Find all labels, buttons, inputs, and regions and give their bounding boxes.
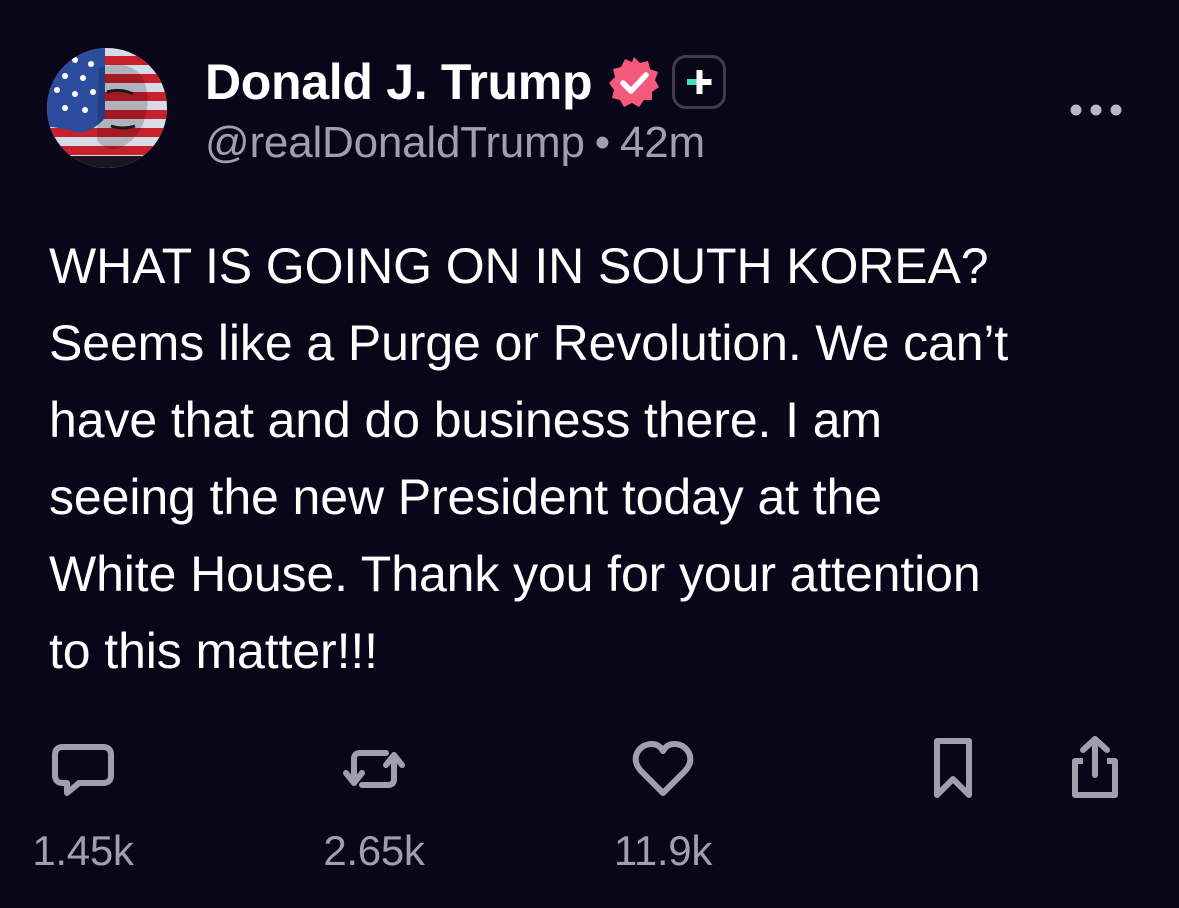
bookmark-button[interactable] [883,735,1023,803]
verified-badge-icon [606,54,662,110]
name-row: Donald J. Trump [205,50,1179,114]
separator-dot: • [594,118,610,167]
handle-row: @realDonaldTrump • 42m [205,118,1179,168]
post-header: Donald J. Trump @realDonaldTrump • 42m [205,50,1179,168]
more-dots-icon [1070,104,1122,116]
author-avatar[interactable] [47,48,167,168]
plus-badge-icon[interactable] [672,55,727,109]
author-display-name[interactable]: Donald J. Trump [205,53,593,111]
author-handle[interactable]: @realDonaldTrump [205,118,585,167]
post-text: WHAT IS GOING ON IN SOUTH KOREA? Seems l… [49,238,1009,679]
like-button[interactable]: 11.9k [593,735,733,875]
bookmark-icon [934,738,972,798]
more-options-button[interactable] [1066,92,1126,128]
action-bar: 1.45k 2.65k 11.9k [0,735,1179,885]
repost-button[interactable]: 2.65k [304,735,444,875]
repost-arrows-icon [343,750,405,788]
like-count: 11.9k [613,827,713,874]
post-card: Donald J. Trump @realDonaldTrump • 42m W… [0,0,1179,908]
share-icon [1072,736,1118,798]
reply-bubble-icon [52,744,114,796]
reply-count: 1.45k [32,827,134,874]
share-button[interactable] [1025,735,1165,803]
reply-button[interactable]: 1.45k [13,735,153,875]
post-timestamp[interactable]: 42m [620,118,705,167]
heart-icon [632,741,694,796]
repost-count: 2.65k [323,827,425,874]
avatar-image [47,48,167,168]
